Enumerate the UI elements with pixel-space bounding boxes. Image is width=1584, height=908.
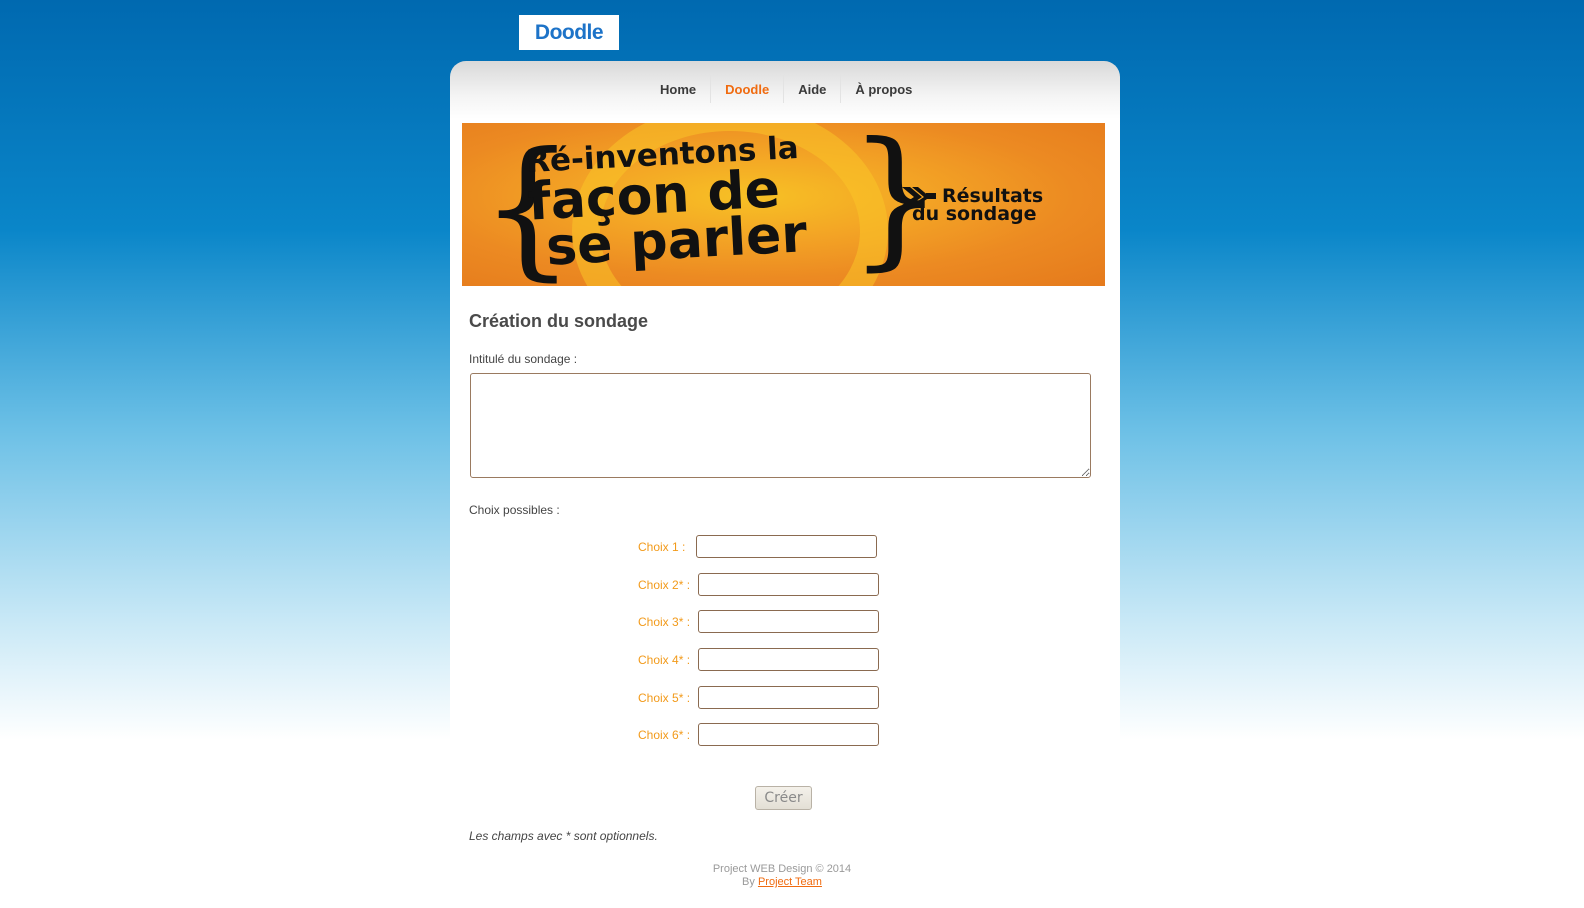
- create-button[interactable]: Créer: [755, 786, 812, 810]
- main-nav: Home Doodle Aide À propos: [646, 75, 926, 105]
- optional-fields-note: Les champs avec * sont optionnels.: [469, 829, 658, 843]
- nav-item-aide[interactable]: Aide: [783, 75, 840, 103]
- poll-title-field[interactable]: [470, 373, 1091, 478]
- nav-item-doodle[interactable]: Doodle: [710, 75, 783, 103]
- doodle-logo[interactable]: Doodle: [519, 15, 619, 50]
- choice-5-label: Choix 5* :: [638, 691, 691, 705]
- choice-4-label: Choix 4* :: [638, 653, 691, 667]
- choice-6-input[interactable]: [698, 723, 879, 746]
- choice-1-label: Choix 1 :: [638, 540, 686, 554]
- footer-copyright: Project WEB Design © 2014: [712, 863, 852, 875]
- choice-3-input[interactable]: [698, 610, 879, 633]
- banner-line-3: se parler: [544, 204, 809, 278]
- choice-3-label: Choix 3* :: [638, 615, 691, 629]
- footer-credits: By Project Team: [620, 876, 944, 888]
- choice-6-label: Choix 6* :: [638, 728, 691, 742]
- footer-by-prefix: By: [742, 876, 755, 888]
- nav-item-home[interactable]: Home: [646, 75, 710, 103]
- choice-5-input[interactable]: [698, 686, 879, 709]
- main-container: Home Doodle Aide À propos { } Ré-invento…: [450, 61, 1120, 908]
- page-title: Création du sondage: [469, 311, 649, 331]
- choice-4-input[interactable]: [698, 648, 879, 671]
- choice-2-input[interactable]: [698, 573, 879, 596]
- banner-results-line-2: du sondage: [912, 203, 1037, 225]
- nav-item-a-propos[interactable]: À propos: [840, 75, 926, 103]
- poll-title-label: Intitulé du sondage :: [469, 352, 578, 366]
- choices-label: Choix possibles :: [469, 503, 560, 517]
- project-team-link[interactable]: Project Team: [758, 876, 822, 888]
- choice-1-input[interactable]: [696, 535, 877, 558]
- choice-2-label: Choix 2* :: [638, 578, 691, 592]
- banner-image: { } Ré-inventons la façon de se parler R…: [462, 123, 1105, 286]
